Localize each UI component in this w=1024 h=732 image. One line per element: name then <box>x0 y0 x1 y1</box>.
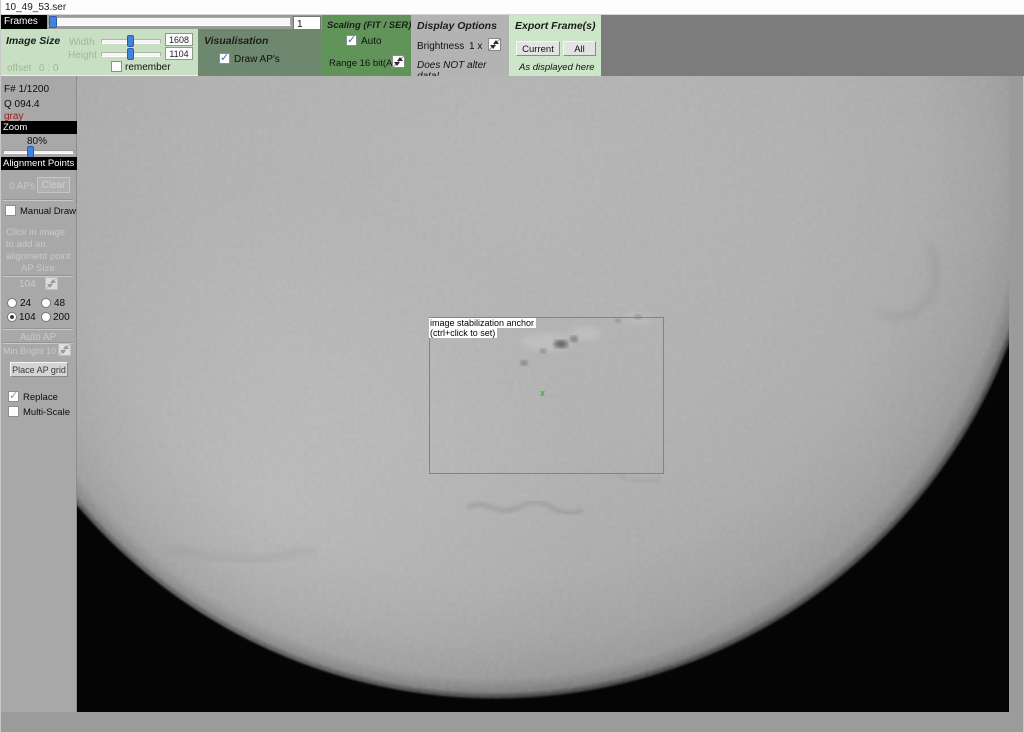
width-label: Width <box>69 37 95 48</box>
sidebar-divider <box>3 328 73 330</box>
height-value[interactable]: 1104 <box>165 47 193 60</box>
height-label: Height <box>68 50 97 61</box>
remember-label: remember <box>125 62 171 73</box>
stabilization-anchor-rect[interactable]: image stabilization anchor (ctrl+click t… <box>429 317 664 474</box>
brightness-label: Brightness <box>417 41 464 52</box>
image-size-title: Image Size <box>6 35 60 47</box>
autostakkert-frame-view-window: 10_49_53.ser Frames 1 Play Image Size Wi… <box>0 0 1024 732</box>
ap-hint-line1: Click in image <box>6 227 65 238</box>
visualisation-panel: Visualisation Draw AP's <box>198 29 322 76</box>
toolbar-empty-area <box>601 15 1024 76</box>
frames-slider[interactable] <box>48 17 291 26</box>
ap-hint-line2: to add an <box>6 239 46 250</box>
width-value[interactable]: 1608 <box>165 33 193 46</box>
min-bright-label: Min Bright <box>3 346 44 356</box>
export-note: As displayed here <box>519 62 595 73</box>
ap-size-104-radio[interactable] <box>7 312 17 322</box>
draw-aps-checkbox[interactable] <box>219 53 230 64</box>
anchor-center-marker: x <box>540 388 545 398</box>
ap-size-48-radio[interactable] <box>41 298 51 308</box>
offset-value: 0 : 0 <box>39 63 58 74</box>
ap-size-24-radio[interactable] <box>7 298 17 308</box>
draw-aps-label: Draw AP's <box>234 54 280 65</box>
multi-scale-label: Multi-Scale <box>23 407 70 418</box>
ap-hint-line3: alignment point <box>6 251 70 262</box>
scaling-title: Scaling (FIT / SER) <box>327 20 411 31</box>
anchor-tooltip-line1: image stabilization anchor <box>429 318 536 328</box>
image-size-panel: Image Size Width 1608 Height 1104 offset… <box>1 29 198 76</box>
alignment-points-header: Alignment Points <box>1 157 77 170</box>
ap-size-24-label: 24 <box>20 298 31 309</box>
export-all-button[interactable]: All <box>563 41 596 56</box>
frames-label: Frames <box>1 15 47 29</box>
manual-draw-label: Manual Draw <box>20 206 76 217</box>
title-bar: 10_49_53.ser <box>1 0 1024 15</box>
manual-draw-checkbox[interactable] <box>5 205 16 216</box>
place-ap-grid-button[interactable]: Place AP grid <box>10 362 68 377</box>
remember-checkbox[interactable] <box>111 61 122 72</box>
image-viewer[interactable]: image stabilization anchor (ctrl+click t… <box>77 76 1009 712</box>
width-slider-thumb[interactable] <box>127 35 134 47</box>
ap-count: 0 APs <box>9 181 35 192</box>
multi-scale-checkbox[interactable] <box>8 406 19 417</box>
export-title: Export Frame(s) <box>515 20 596 32</box>
scaling-panel: Scaling (FIT / SER) Auto Range 16 bit(A) <box>322 15 411 76</box>
brightness-spinner[interactable] <box>488 38 501 51</box>
sidebar-divider <box>3 199 73 201</box>
auto-scaling-checkbox[interactable] <box>346 35 357 46</box>
range-spinner[interactable] <box>392 55 405 68</box>
f-number-readout: F# 1/1200 <box>4 84 49 95</box>
clear-aps-button[interactable]: Clear <box>37 177 70 193</box>
replace-checkbox[interactable] <box>8 391 19 402</box>
ap-size-200-radio[interactable] <box>41 312 51 322</box>
anchor-tooltip-line2: (ctrl+click to set) <box>429 328 497 338</box>
min-bright-spinner[interactable] <box>58 343 71 356</box>
frames-slider-thumb[interactable] <box>49 16 57 28</box>
ap-size-104-label: 104 <box>19 312 36 323</box>
ap-size-value: 104 <box>19 279 36 290</box>
range-label: Range 16 bit(A) <box>329 58 396 69</box>
loaded-file-name: 10_49_53.ser <box>5 2 66 13</box>
ap-size-200-label: 200 <box>53 312 70 323</box>
zoom-slider[interactable] <box>3 150 74 154</box>
brightness-value: 1 x <box>469 41 482 52</box>
left-sidebar: F# 1/1200 Q 094.4 gray Zoom 80% Alignmen… <box>1 76 77 712</box>
quality-readout: Q 094.4 <box>4 99 40 110</box>
auto-scaling-label: Auto <box>361 36 382 47</box>
min-bright-value: 10 <box>46 346 56 356</box>
ap-size-48-label: 48 <box>54 298 65 309</box>
offset-label: offset <box>7 63 31 74</box>
sidebar-divider <box>3 275 73 277</box>
ap-size-spinner[interactable] <box>45 277 58 290</box>
display-options-title: Display Options <box>417 20 497 32</box>
zoom-section-header: Zoom <box>1 121 77 134</box>
display-options-panel: Display Options Brightness 1 x Does NOT … <box>411 15 509 76</box>
height-slider-thumb[interactable] <box>127 48 134 60</box>
export-frames-panel: Export Frame(s) Current All As displayed… <box>509 15 601 76</box>
ap-size-label: AP Size <box>21 263 55 274</box>
replace-label: Replace <box>23 392 58 403</box>
export-current-button[interactable]: Current <box>516 41 560 56</box>
visualisation-title: Visualisation <box>204 35 268 47</box>
